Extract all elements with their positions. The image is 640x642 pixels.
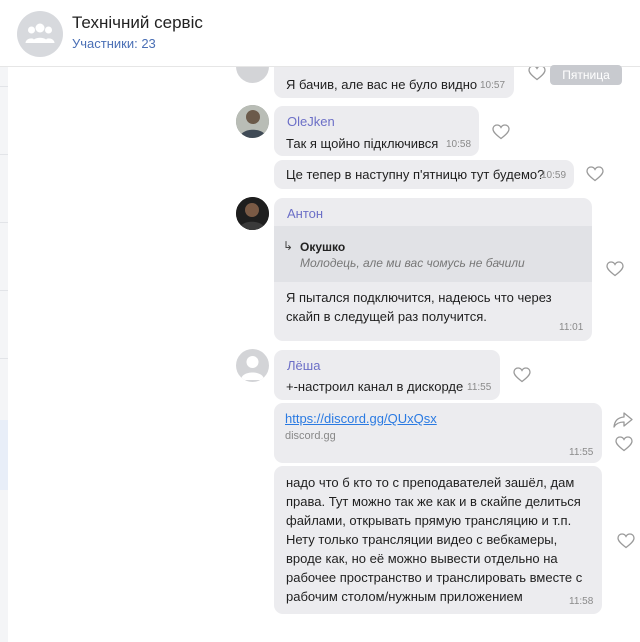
chat-list-strip xyxy=(0,66,8,642)
message-link[interactable]: https://discord.gg/QUxQsx xyxy=(285,411,437,426)
heart-icon[interactable] xyxy=(513,367,531,383)
heart-icon[interactable] xyxy=(492,124,510,140)
sidebar-active-item[interactable] xyxy=(0,420,8,490)
sidebar-divider xyxy=(0,86,8,87)
reply-sender: Окушко xyxy=(300,240,346,254)
group-icon xyxy=(25,20,55,49)
share-icon[interactable] xyxy=(613,412,633,428)
message-time: 11:01 xyxy=(559,322,584,333)
heart-icon[interactable] xyxy=(606,261,624,277)
avatar[interactable] xyxy=(236,197,269,230)
heart-icon[interactable] xyxy=(528,65,546,81)
message-time: 11:55 xyxy=(467,382,492,393)
heart-icon[interactable] xyxy=(615,436,633,452)
message-time: 10:57 xyxy=(480,80,506,91)
reply-quote[interactable] xyxy=(274,226,592,282)
message-time: 11:58 xyxy=(569,596,594,607)
message-text: +-настроил канал в дискорде xyxy=(286,379,464,394)
sidebar-divider xyxy=(0,154,8,155)
sidebar-divider xyxy=(0,222,8,223)
message-text: Так я щойно підключився xyxy=(286,136,439,151)
heart-icon[interactable] xyxy=(617,533,635,549)
reply-arrow-icon: ↳ xyxy=(283,239,294,253)
avatar[interactable] xyxy=(236,349,269,382)
sender-name[interactable]: Лёша xyxy=(287,358,320,373)
message-time: 10:58 xyxy=(446,139,472,150)
reply-text: Молодець, але ми вас чомусь не бачили xyxy=(300,256,525,270)
members-count[interactable]: Участники: 23 xyxy=(72,36,156,51)
sender-name[interactable]: Антон xyxy=(287,206,323,221)
avatar[interactable] xyxy=(236,105,269,138)
sender-name[interactable]: OleJken xyxy=(287,114,335,129)
message-text: Я бачив, але вас не було видно xyxy=(286,77,478,92)
sidebar-divider xyxy=(0,358,8,359)
sidebar-divider xyxy=(0,290,8,291)
heart-icon[interactable] xyxy=(586,166,604,182)
message-time: 11:55 xyxy=(569,447,594,458)
message-text: надо что б кто то с преподавателей зашёл… xyxy=(286,475,583,604)
group-avatar[interactable] xyxy=(17,11,63,57)
message-text: Я пытался подключится, надеюсь что через… xyxy=(286,290,552,324)
chat-header: Технічний сервіс Участники: 23 xyxy=(0,0,640,67)
chat-title: Технічний сервіс xyxy=(72,13,203,32)
date-badge: Пятница xyxy=(550,65,622,85)
message-time: 10:59 xyxy=(541,170,567,181)
link-domain: discord.gg xyxy=(285,430,336,442)
message-text: Це тепер в наступну п'ятницю тут будемо? xyxy=(286,167,545,182)
